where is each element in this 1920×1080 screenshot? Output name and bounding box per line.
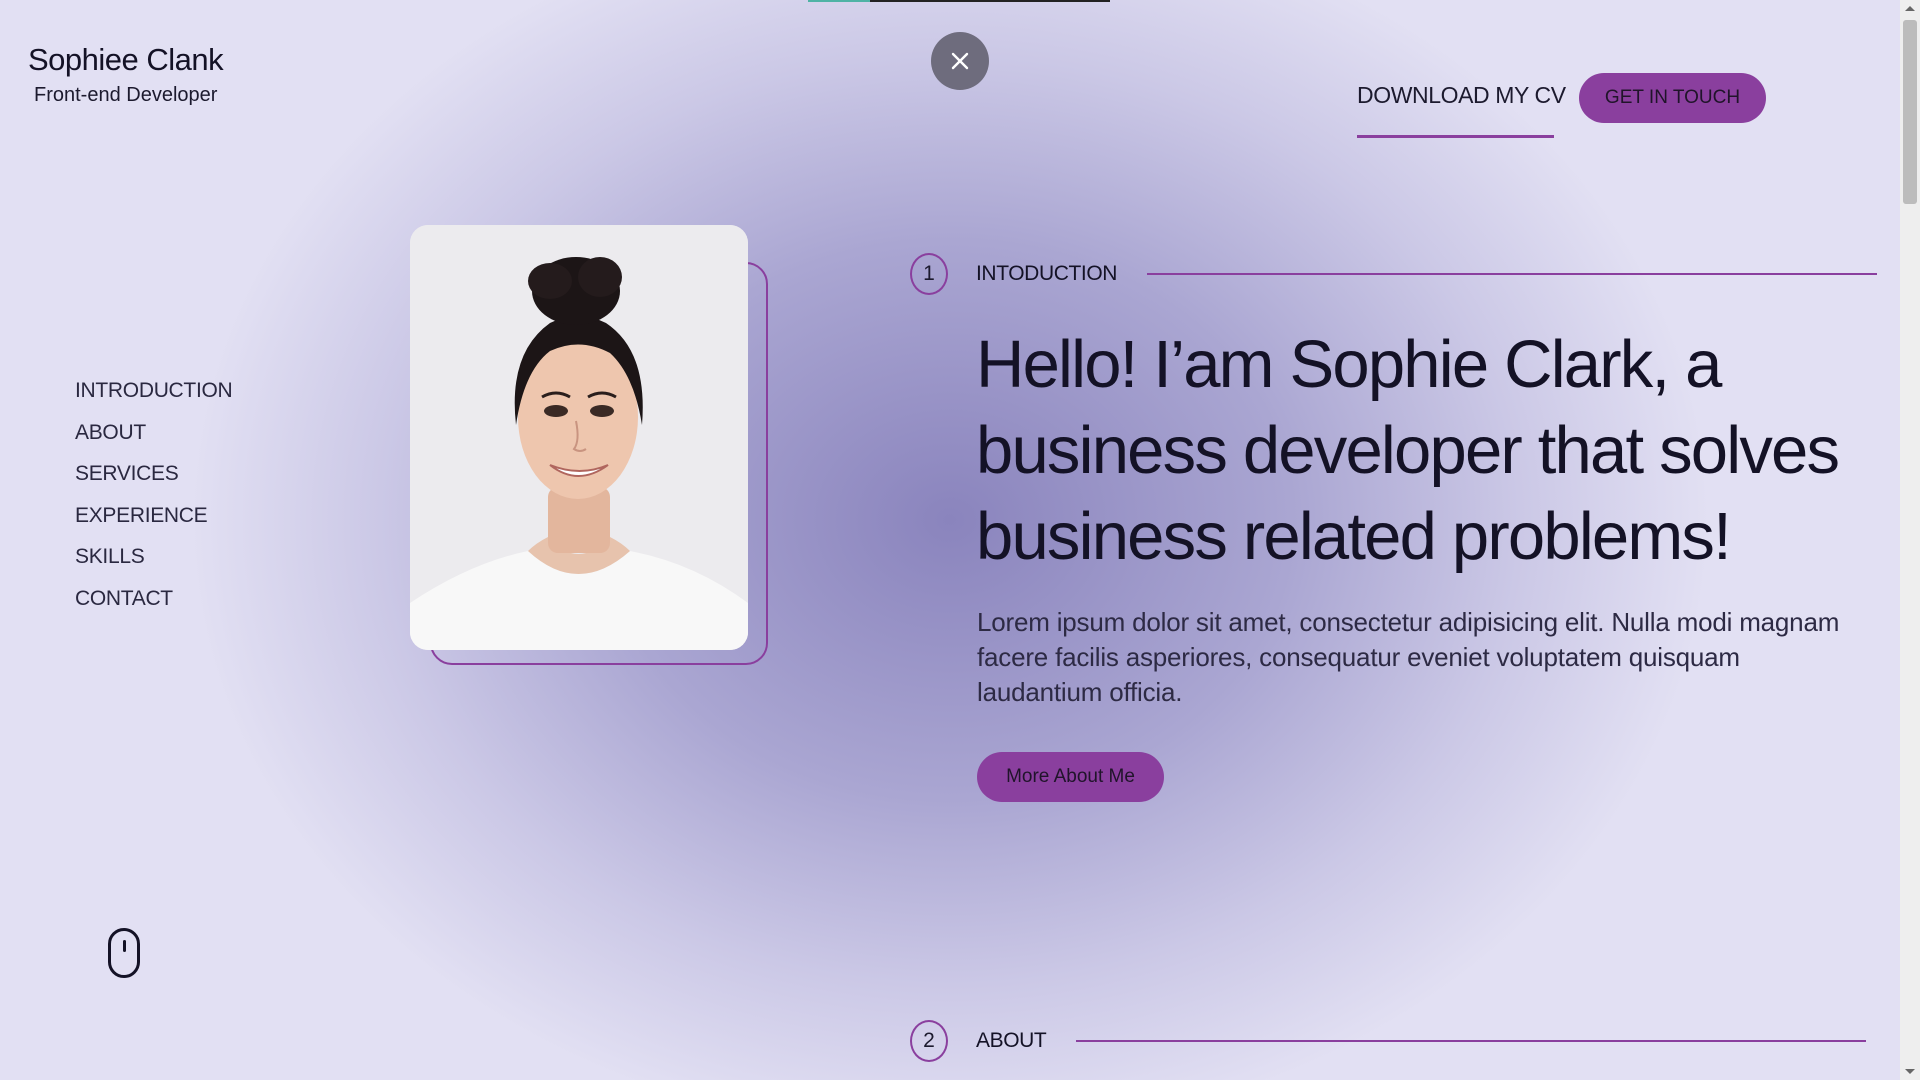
section-divider bbox=[1147, 273, 1878, 275]
close-icon bbox=[951, 52, 969, 70]
nav-item-skills[interactable]: SKILLS bbox=[75, 536, 232, 578]
page-scroll-progress-fill bbox=[808, 0, 870, 2]
section-number: 2 bbox=[910, 1020, 948, 1062]
scroll-up-arrow-icon[interactable] bbox=[1905, 6, 1915, 11]
vertical-scrollbar[interactable] bbox=[1900, 0, 1920, 1080]
section-label: INTODUCTION bbox=[976, 262, 1118, 285]
brand-role: Front-end Developer bbox=[34, 84, 218, 106]
download-cv-link[interactable]: DOWNLOAD MY CV bbox=[1357, 82, 1566, 109]
section-divider bbox=[1076, 1040, 1867, 1042]
mouse-scroll-icon bbox=[108, 928, 140, 978]
mouse-wheel bbox=[123, 940, 126, 952]
nav-item-contact[interactable]: CONTACT bbox=[75, 578, 232, 620]
get-in-touch-button[interactable]: GET IN TOUCH bbox=[1579, 73, 1766, 123]
section-label: ABOUT bbox=[976, 1029, 1047, 1052]
profile-photo bbox=[410, 225, 748, 650]
close-button[interactable] bbox=[931, 32, 989, 90]
section-header-introduction: 1 INTODUCTION bbox=[910, 253, 1878, 295]
download-cv-underline bbox=[1357, 135, 1554, 138]
nav-item-services[interactable]: SERVICES bbox=[75, 453, 232, 495]
brand: Sophiee Clank Front-end Developer bbox=[28, 42, 224, 107]
hero-description: Lorem ipsum dolor sit amet, consectetur … bbox=[977, 607, 1840, 707]
side-nav: INTRODUCTION ABOUT SERVICES EXPERIENCE S… bbox=[75, 370, 233, 620]
hero-title: Hello! I’am Sophie Clark, a business dev… bbox=[976, 327, 1840, 574]
page-scroll-progress bbox=[808, 0, 1110, 2]
section-header-about: 2 ABOUT bbox=[910, 1020, 1867, 1062]
nav-item-about[interactable]: ABOUT bbox=[75, 412, 232, 454]
scroll-down-arrow-icon[interactable] bbox=[1905, 1069, 1915, 1074]
brand-name: Sophiee Clank bbox=[28, 42, 224, 77]
nav-item-introduction[interactable]: INTRODUCTION bbox=[75, 370, 233, 412]
scrollbar-thumb[interactable] bbox=[1903, 20, 1917, 204]
section-number: 1 bbox=[910, 253, 948, 295]
nav-item-experience[interactable]: EXPERIENCE bbox=[75, 495, 232, 537]
more-about-me-button[interactable]: More About Me bbox=[977, 752, 1164, 802]
